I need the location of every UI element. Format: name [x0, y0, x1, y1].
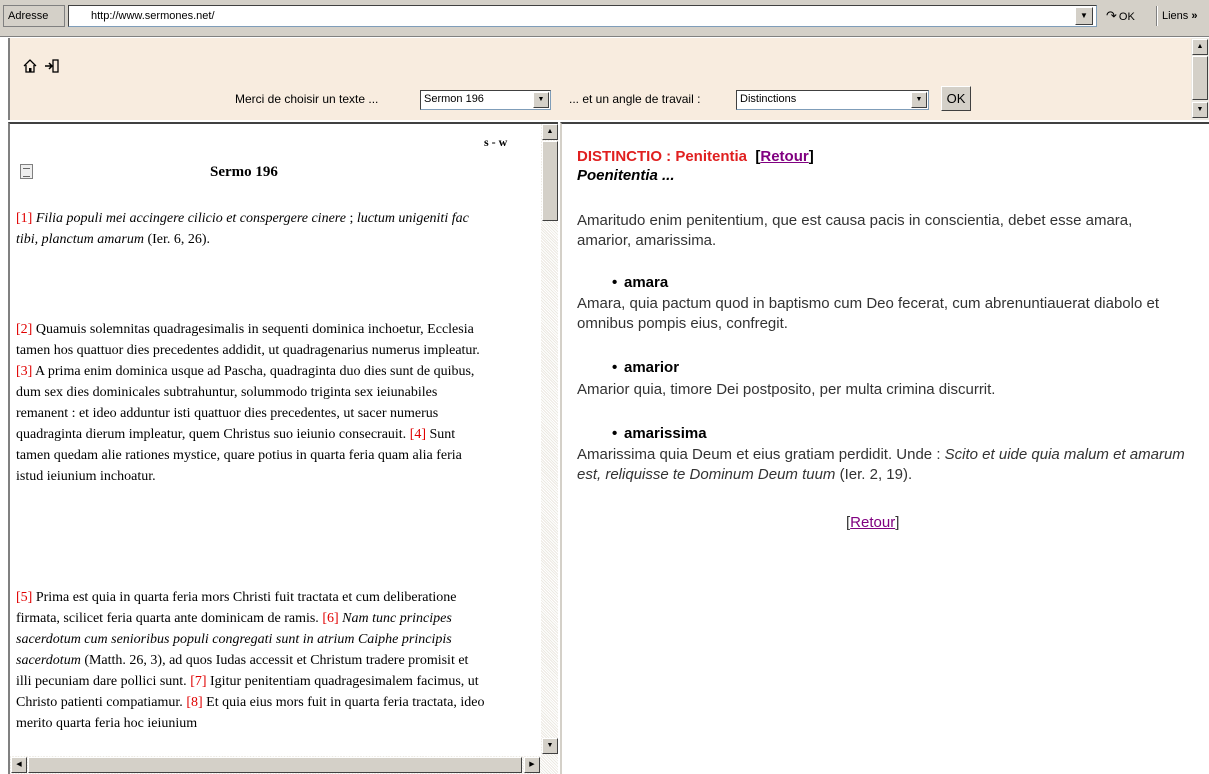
left-horizontal-scrollbar[interactable]: ◀ ▶: [10, 756, 558, 774]
go-arrow-icon: ↷: [1106, 8, 1117, 23]
verse-number: [4]: [409, 427, 427, 442]
distinctio-intro: Amaritudo enim penitentium, que est caus…: [577, 212, 1133, 249]
verse-quote: Filia populi mei accingere cilicio et co…: [35, 211, 346, 226]
scroll-down-icon[interactable]: ▼: [542, 738, 558, 754]
term-amara: amara: [612, 274, 668, 291]
left-frame: s - w Sermo 196 [1] Filia populi mei acc…: [8, 122, 558, 774]
paragraph-2: [2] Quamuis solemnitas quadragesimalis i…: [16, 322, 480, 484]
address-input[interactable]: http://www.sermones.net/: [68, 5, 1097, 27]
document-icon[interactable]: [20, 164, 33, 179]
angle-select[interactable]: Distinctions ▼: [736, 90, 929, 110]
scroll-right-icon[interactable]: ▶: [524, 757, 540, 773]
chevron-right-double-icon: »: [1191, 10, 1198, 22]
scroll-up-icon[interactable]: ▲: [1192, 39, 1208, 55]
choose-text-label: Merci de choisir un texte ...: [235, 92, 379, 106]
term-amara-text: Amara, quia pactum quod in baptismo cum …: [577, 295, 1159, 332]
left-vertical-scrollbar[interactable]: ▲ ▼: [541, 124, 558, 756]
chevron-down-icon: ▼: [1080, 11, 1088, 20]
term-amarissima: amarissima: [612, 425, 706, 442]
home-icon[interactable]: [22, 58, 38, 74]
term-amarior: amarior: [612, 359, 679, 376]
sermon-title: Sermo 196: [210, 164, 278, 180]
chevron-down-icon[interactable]: ▼: [911, 92, 927, 108]
go-button[interactable]: ↷ OK: [1106, 5, 1154, 27]
scrollbar-thumb[interactable]: [542, 141, 558, 221]
scrollbar-thumb[interactable]: [28, 757, 522, 773]
term-amarior-text: Amarior quia, timore Dei postposito, per…: [577, 381, 996, 398]
distinctio-heading: DISTINCTIO : Penitentia [Retour]: [577, 148, 814, 165]
text-select[interactable]: Sermon 196 ▼: [420, 90, 551, 110]
top-frame: Merci de choisir un texte ... Sermon 196…: [8, 38, 1209, 120]
footer-retour: [Retour]: [846, 514, 900, 531]
sermon-text: s - w Sermo 196 [1] Filia populi mei acc…: [14, 124, 536, 756]
verse-number: [7]: [190, 674, 207, 689]
chevron-down-icon[interactable]: ▼: [533, 92, 549, 108]
top-nav: [22, 58, 62, 76]
address-dropdown-button[interactable]: ▼: [1075, 7, 1093, 25]
paragraph-1: [1] Filia populi mei accingere cilicio e…: [16, 211, 469, 247]
scrollbar-thumb[interactable]: [1192, 56, 1208, 100]
verse-number: [3]: [16, 364, 33, 379]
links-button[interactable]: Liens »: [1162, 5, 1197, 27]
sw-label: s - w: [484, 135, 508, 149]
distinctio-subheading: Poenitentia ...: [577, 167, 675, 184]
verse-number: [8]: [186, 695, 203, 710]
verse-number: [6]: [322, 611, 339, 626]
selection-form: Merci de choisir un texte ... Sermon 196…: [235, 86, 995, 112]
scroll-left-icon[interactable]: ◀: [11, 757, 27, 773]
address-bar: Adresse http://www.sermones.net/ ▼ ↷ OK L…: [0, 0, 1209, 37]
scroll-up-icon[interactable]: ▲: [542, 124, 558, 140]
retour-link[interactable]: Retour: [760, 148, 808, 165]
right-frame: DISTINCTIO : Penitentia [Retour] Poenite…: [560, 122, 1209, 774]
angle-label: ... et un angle de travail :: [569, 92, 701, 106]
footer-retour-link[interactable]: Retour: [850, 514, 895, 531]
verse-number: [1]: [16, 211, 33, 226]
verse-quote: Nam tunc principes sacerdotum cum senior…: [16, 611, 452, 668]
paragraph-3: [5] Prima est quia in quarta feria mors …: [16, 590, 485, 731]
top-frame-scrollbar[interactable]: ▲ ▼: [1191, 38, 1209, 120]
verse-number: [2]: [16, 322, 33, 337]
ok-button[interactable]: OK: [941, 86, 971, 111]
term-amarissima-text: Amarissima quia Deum et eius gratiam per…: [577, 446, 1185, 483]
scroll-down-icon[interactable]: ▼: [1192, 102, 1208, 118]
distinctio-title: DISTINCTIO : Penitentia: [577, 148, 748, 165]
exit-icon[interactable]: [44, 58, 60, 74]
toolbar-divider: [1156, 6, 1158, 26]
address-label: Adresse: [3, 5, 65, 27]
verse-number: [5]: [16, 590, 33, 605]
